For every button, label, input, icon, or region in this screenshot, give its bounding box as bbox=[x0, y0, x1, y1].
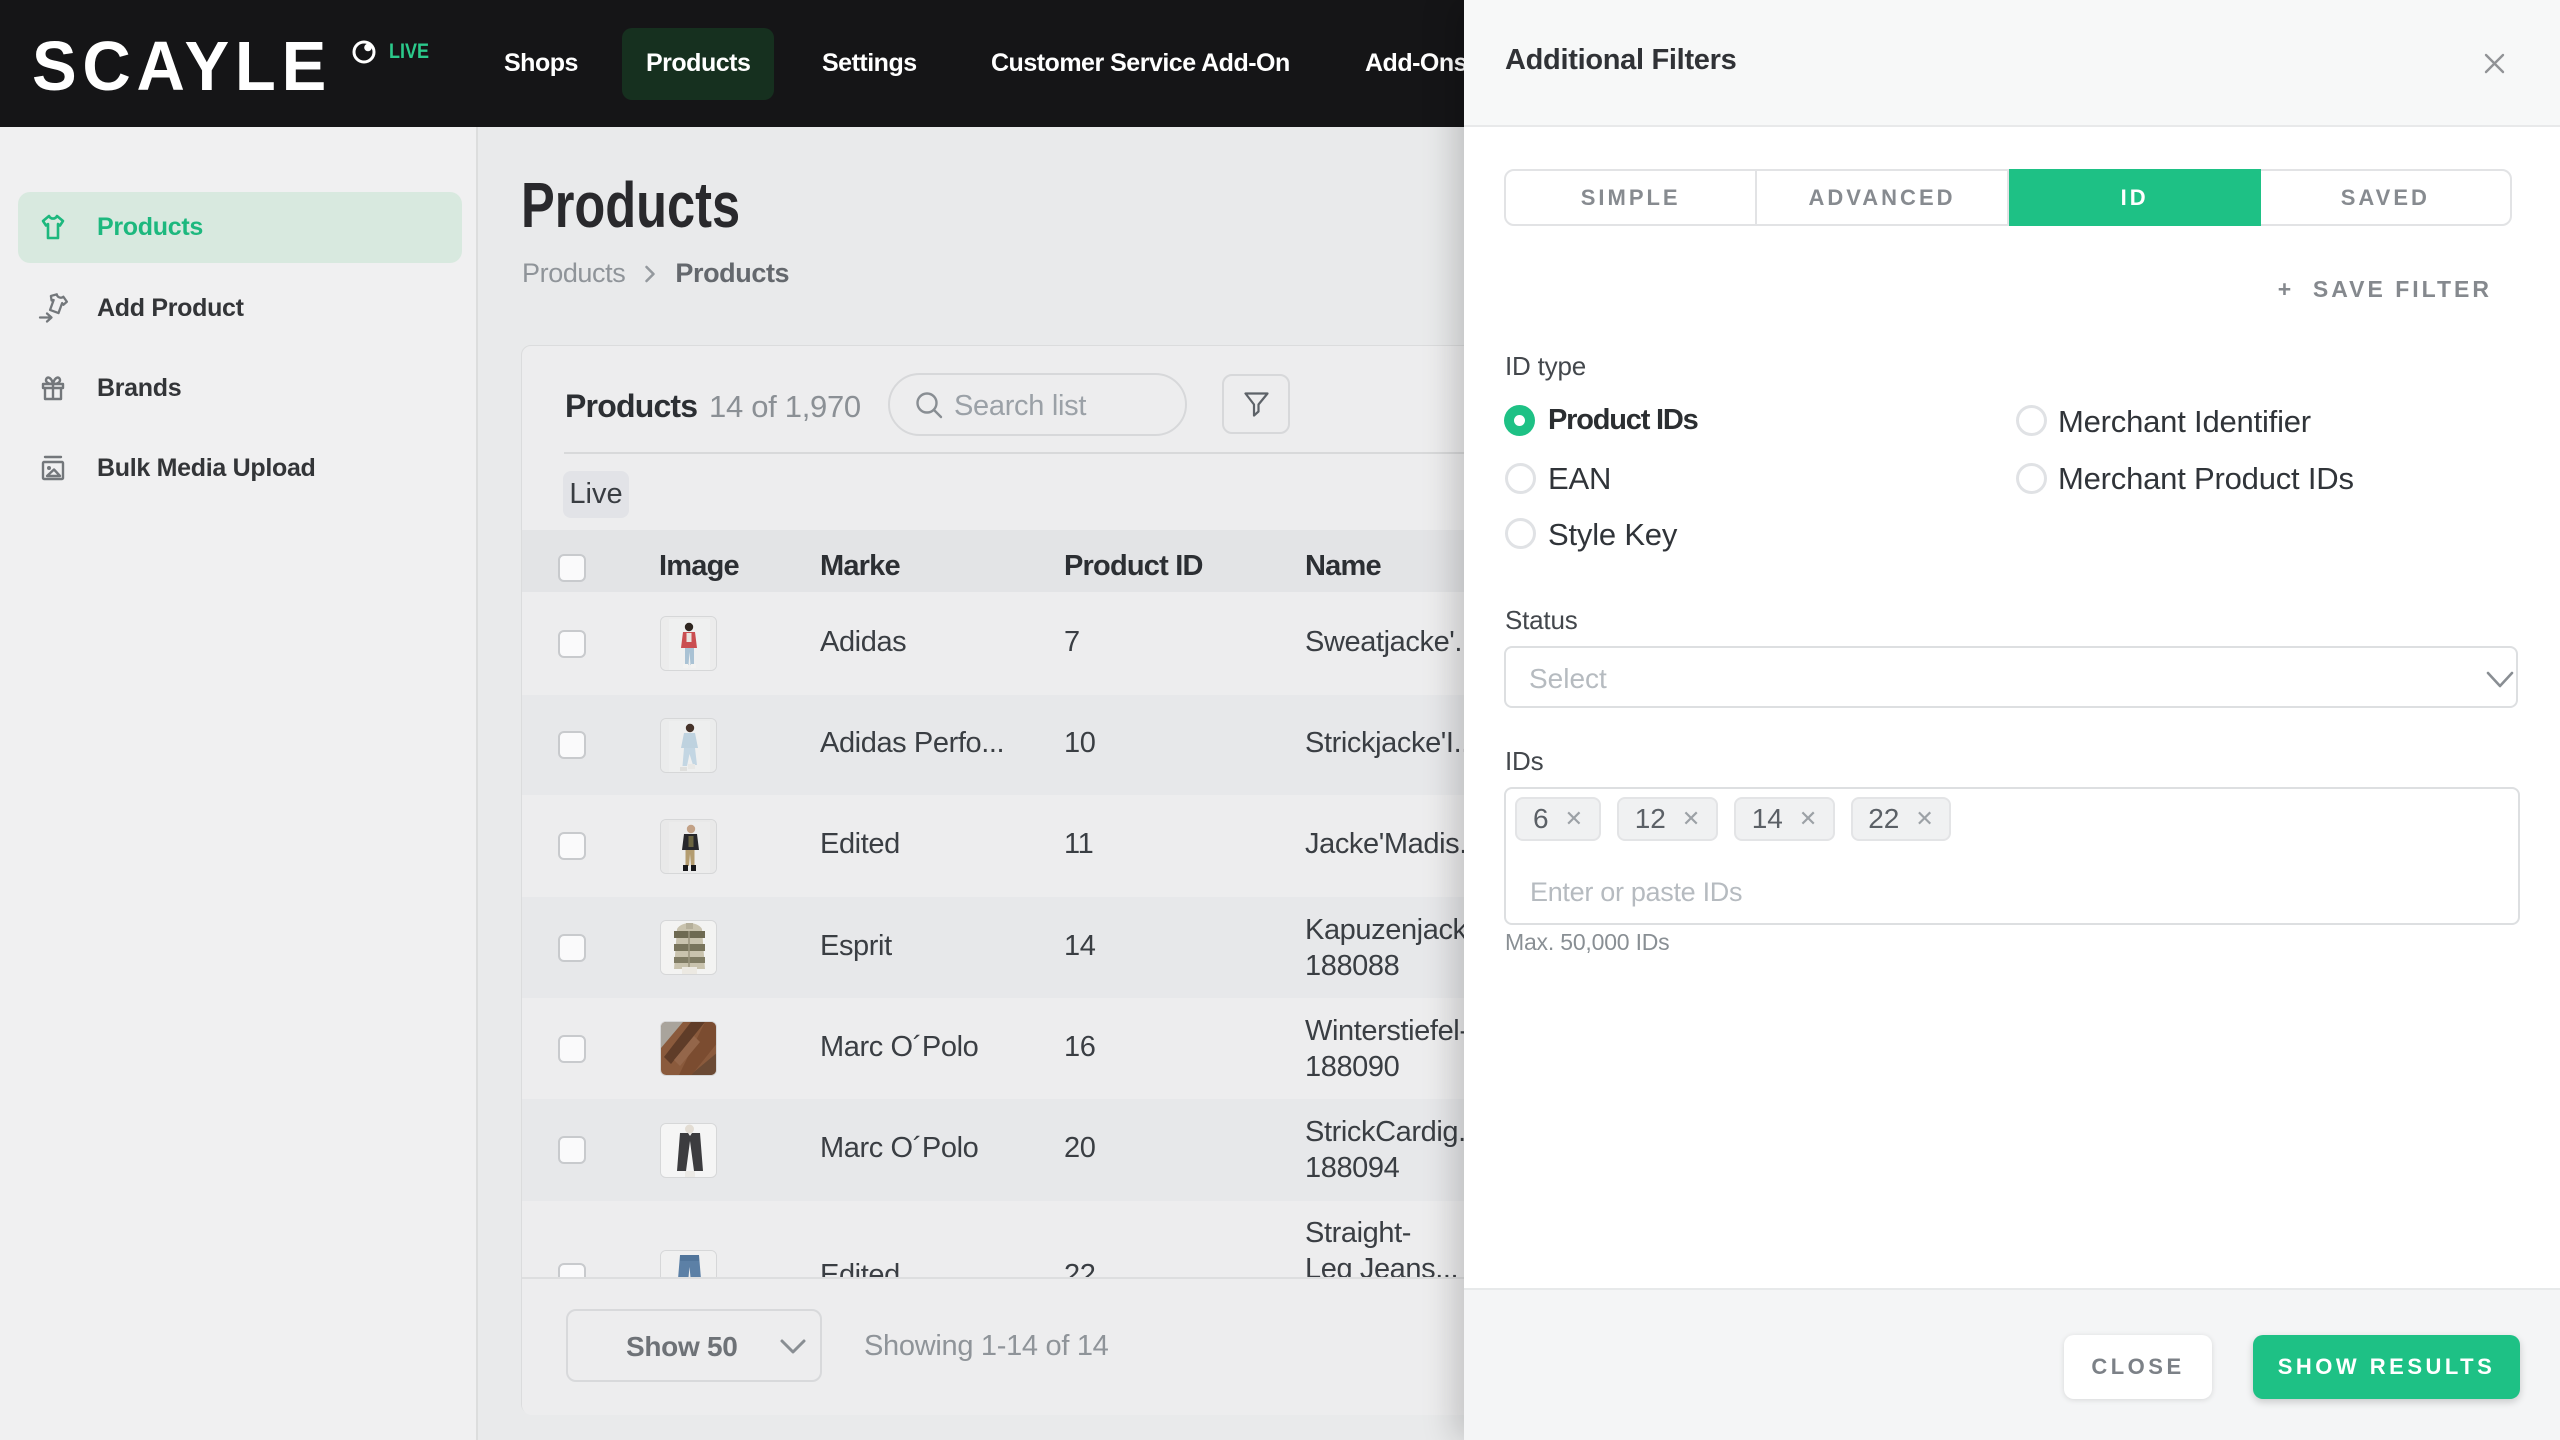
svg-text:LIVE: LIVE bbox=[389, 40, 429, 63]
svg-text:SCAYLE: SCAYLE bbox=[32, 30, 332, 98]
